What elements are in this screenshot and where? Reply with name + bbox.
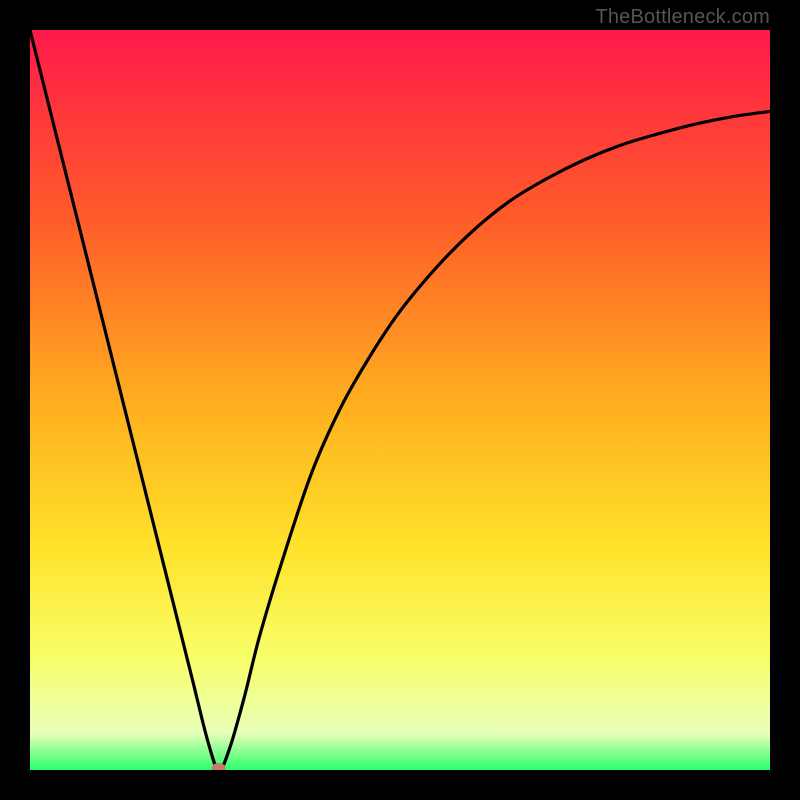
chart-frame: TheBottleneck.com bbox=[0, 0, 800, 800]
attribution-text: TheBottleneck.com bbox=[595, 6, 770, 29]
chart-svg bbox=[30, 30, 770, 770]
plot-area bbox=[30, 30, 770, 770]
gradient-background bbox=[30, 30, 770, 770]
